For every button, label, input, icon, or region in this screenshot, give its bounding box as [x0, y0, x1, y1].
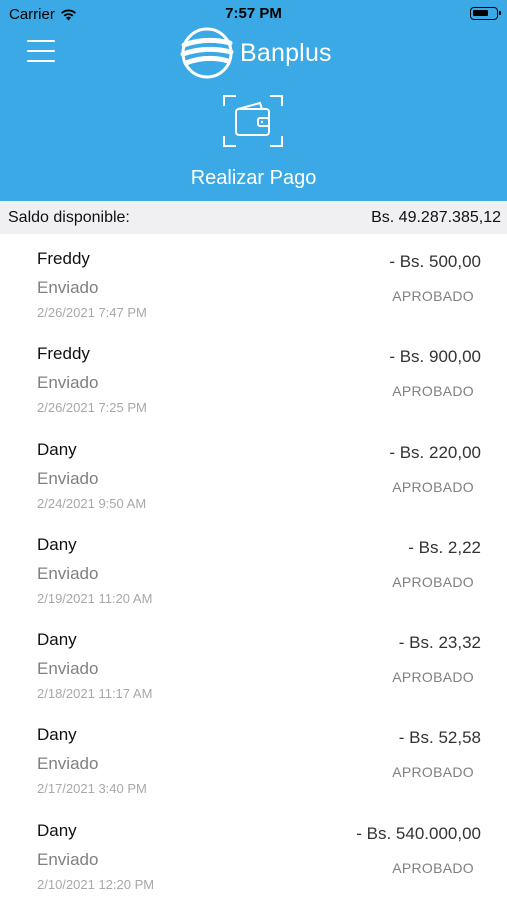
- tx-name: Freddy: [37, 249, 90, 268]
- tx-name: Dany: [37, 534, 77, 554]
- tx-type: Enviado: [37, 563, 99, 583]
- hamburger-icon: [27, 40, 55, 42]
- realizar-pago-button[interactable]: [222, 94, 284, 148]
- tx-amount: - Bs. 23,32: [398, 633, 481, 653]
- tx-status: APROBADO: [392, 669, 474, 686]
- tx-amount: - Bs. 540.000,00: [356, 823, 481, 843]
- transaction-row[interactable]: Dany Enviado 2/19/2021 11:20 AM - Bs. 2,…: [0, 520, 507, 615]
- tx-date: 2/26/2021 7:25 PM: [37, 400, 147, 416]
- tx-amount: - Bs. 52,58: [398, 728, 481, 748]
- transaction-row[interactable]: Freddy Enviado 2/26/2021 7:25 PM - Bs. 9…: [0, 329, 507, 424]
- tx-status: APROBADO: [392, 859, 474, 876]
- tx-date: 2/26/2021 7:47 PM: [37, 305, 147, 320]
- tx-type: Enviado: [37, 278, 99, 297]
- tx-date: 2/17/2021 3:40 PM: [37, 781, 147, 797]
- tx-amount: - Bs. 220,00: [389, 442, 481, 462]
- realizar-pago-label[interactable]: Realizar Pago: [0, 167, 507, 190]
- tx-type: Enviado: [37, 849, 99, 869]
- tx-status: APROBADO: [392, 764, 474, 781]
- balance-amount: Bs. 49.287.385,12: [371, 209, 501, 226]
- tx-name: Freddy: [37, 344, 90, 364]
- tx-amount: - Bs. 2,22: [408, 537, 481, 557]
- tx-type: Enviado: [37, 373, 99, 393]
- tx-date: 2/10/2021 12:20 PM: [37, 876, 155, 892]
- tx-date: 2/19/2021 11:20 AM: [37, 590, 153, 606]
- menu-button[interactable]: [27, 38, 55, 64]
- tx-amount: - Bs. 500,00: [389, 252, 481, 271]
- tx-type: Enviado: [37, 659, 99, 679]
- brand-name: Banplus: [240, 38, 332, 67]
- tx-status: APROBADO: [392, 383, 474, 400]
- status-bar: Carrier 7:57 PM: [0, 0, 507, 28]
- status-time: 7:57 PM: [225, 5, 282, 22]
- tx-date: 2/24/2021 9:50 AM: [37, 495, 147, 511]
- tx-name: Dany: [37, 725, 77, 745]
- tx-status: APROBADO: [392, 478, 474, 495]
- app-header: Carrier 7:57 PM Banplus Realizar Pago: [0, 0, 507, 201]
- banplus-logo-icon: [180, 27, 234, 79]
- tx-status: APROBADO: [392, 573, 474, 590]
- balance-label: Saldo disponible:: [8, 209, 130, 226]
- transaction-row[interactable]: Dany Enviado 2/10/2021 12:20 PM - Bs. 54…: [0, 806, 507, 901]
- transaction-row[interactable]: Freddy Enviado 2/26/2021 7:47 PM - Bs. 5…: [0, 234, 507, 329]
- transaction-row[interactable]: Dany Enviado 2/24/2021 9:50 AM - Bs. 220…: [0, 425, 507, 520]
- transaction-list: Freddy Enviado 2/26/2021 7:47 PM - Bs. 5…: [0, 234, 507, 901]
- tx-name: Dany: [37, 630, 77, 650]
- tx-type: Enviado: [37, 468, 99, 488]
- battery-icon: [470, 7, 501, 20]
- balance-bar: Saldo disponible: Bs. 49.287.385,12: [0, 201, 507, 234]
- tx-amount: - Bs. 900,00: [389, 347, 481, 367]
- tx-status: APROBADO: [392, 288, 474, 304]
- brand-logo: Banplus: [180, 27, 332, 79]
- tx-name: Dany: [37, 820, 77, 840]
- tx-date: 2/18/2021 11:17 AM: [37, 686, 153, 702]
- wallet-scan-icon: [223, 95, 283, 147]
- transaction-row[interactable]: Dany Enviado 2/18/2021 11:17 AM - Bs. 23…: [0, 615, 507, 710]
- tx-name: Dany: [37, 439, 77, 459]
- tx-type: Enviado: [37, 754, 99, 774]
- transaction-row[interactable]: Dany Enviado 2/17/2021 3:40 PM - Bs. 52,…: [0, 710, 507, 805]
